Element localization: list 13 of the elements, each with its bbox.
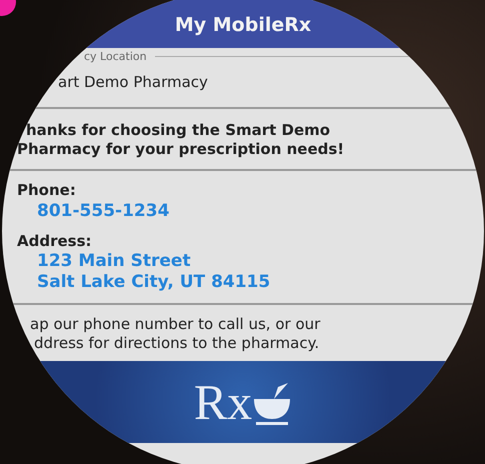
pharmacy-name[interactable]: art Demo Pharmacy [2,67,484,97]
address-link[interactable]: 123 Main Street [2,251,484,272]
address-label: Address: [16,232,93,251]
app-title: My MobileRx [174,14,312,38]
phone-label: Phone: [16,181,77,200]
hint-text: ap our phone number to call us, or our [29,315,322,334]
rx-logo: Rx [194,377,292,427]
section-label: cy Location [84,50,147,63]
intro-text: hanks for choosing the Smart Demo [25,121,332,140]
hint-text: ddress for directions to the pharmacy. [33,334,320,353]
intro-text: Pharmacy for your prescription needs! [16,140,346,159]
phone-link[interactable]: 801-555-1234 [2,200,484,222]
address-link[interactable]: Salt Lake City, UT 84115 [2,272,484,293]
